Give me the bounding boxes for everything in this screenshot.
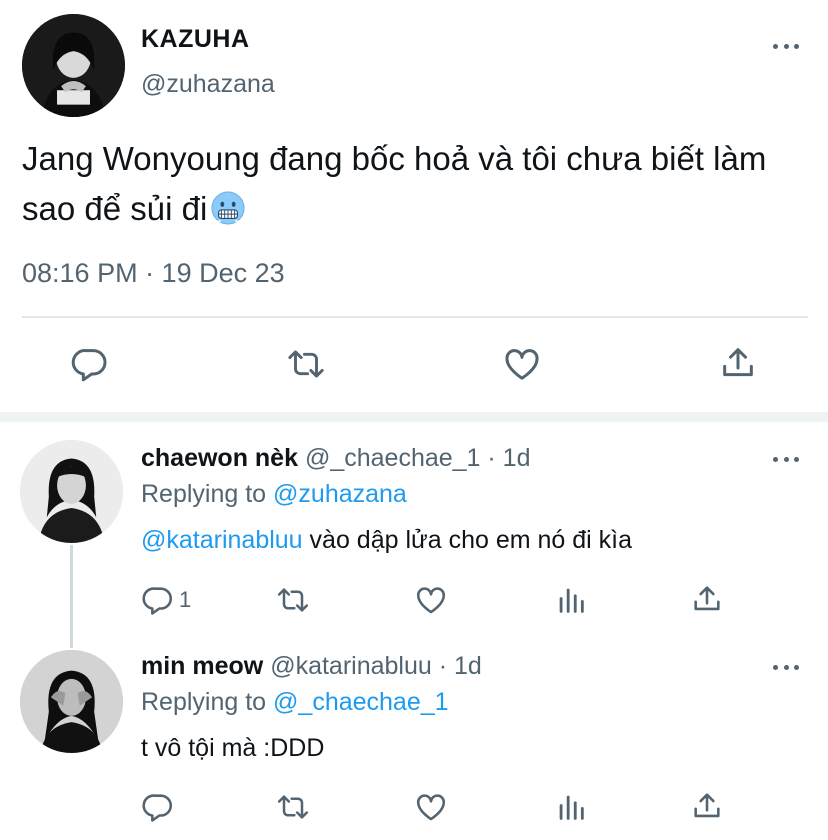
divider xyxy=(22,316,808,318)
like-icon[interactable] xyxy=(502,344,542,384)
reply-text: @katarinabluu vào dập lửa cho em nó đi k… xyxy=(141,526,632,555)
cold-face-emoji-icon xyxy=(211,189,245,225)
reply-icon[interactable] xyxy=(70,344,110,384)
avatar-min-meow[interactable] xyxy=(20,650,123,753)
more-options-icon[interactable] xyxy=(773,663,799,671)
tweet-text-content: Jang Wonyoung đang bốc hoả và tôi chưa b… xyxy=(22,140,767,227)
reply-text: t vô tội mà :DDD xyxy=(141,734,325,762)
reply-count: 1 xyxy=(179,587,192,612)
section-separator xyxy=(0,412,828,422)
share-icon[interactable] xyxy=(690,789,724,823)
share-icon[interactable] xyxy=(690,582,724,616)
reply-display-name[interactable]: chaewon nèk xyxy=(141,444,298,472)
reply-handle-time[interactable]: @katarinabluu · 1d xyxy=(270,652,482,680)
tweet-text: Jang Wonyoung đang bốc hoả và tôi chưa b… xyxy=(22,134,812,234)
main-handle[interactable]: @zuhazana xyxy=(141,70,275,99)
reply-header: chaewon nèk @_chaechae_1 · 1d xyxy=(141,444,531,473)
reply-text-content: vào dập lửa cho em nó đi kìa xyxy=(302,526,633,554)
replying-to-handle[interactable]: @_chaechae_1 xyxy=(273,688,449,716)
more-options-icon[interactable] xyxy=(773,455,799,463)
retweet-icon[interactable] xyxy=(275,790,311,824)
views-icon[interactable] xyxy=(554,583,588,617)
avatar-kazuha[interactable] xyxy=(22,14,125,117)
reply-icon[interactable] xyxy=(141,583,175,617)
replying-to-label: Replying to xyxy=(141,480,267,508)
more-options-icon[interactable] xyxy=(773,42,799,50)
retweet-icon[interactable] xyxy=(275,583,311,617)
like-icon[interactable] xyxy=(414,583,448,617)
replying-to: Replying to @_chaechae_1 xyxy=(141,688,449,717)
replying-to-label: Replying to xyxy=(141,688,267,716)
tweet-timestamp[interactable]: 08:16 PM · 19 Dec 23 xyxy=(22,258,285,289)
reply-display-name[interactable]: min meow xyxy=(141,652,263,680)
reply-header: min meow @katarinabluu · 1d xyxy=(141,652,482,681)
thread-connector-line xyxy=(70,545,73,648)
reply-icon[interactable] xyxy=(141,790,175,824)
like-icon[interactable] xyxy=(414,790,448,824)
views-icon[interactable] xyxy=(554,790,588,824)
main-display-name[interactable]: KAZUHA xyxy=(141,25,250,54)
mention-link[interactable]: @katarinabluu xyxy=(141,526,303,554)
replying-to-handle[interactable]: @zuhazana xyxy=(273,480,407,508)
replying-to: Replying to @zuhazana xyxy=(141,480,407,509)
avatar-chaewon[interactable] xyxy=(20,440,123,543)
share-icon[interactable] xyxy=(718,343,758,383)
reply-handle-time[interactable]: @_chaechae_1 · 1d xyxy=(305,444,531,472)
retweet-icon[interactable] xyxy=(285,344,327,384)
